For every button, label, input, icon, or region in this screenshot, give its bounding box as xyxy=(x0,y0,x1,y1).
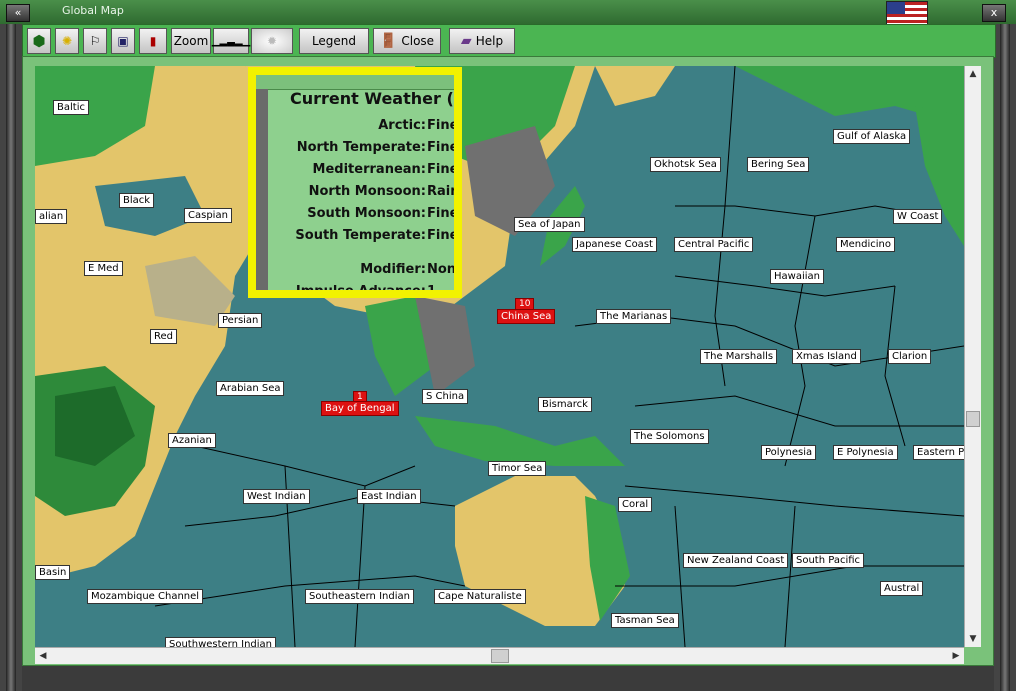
weather-row-south-temperate: South Temperate: Fine xyxy=(295,228,459,243)
weather-row-arctic: Arctic: Fine xyxy=(378,118,459,133)
sea-label-clarion[interactable]: Clarion xyxy=(888,349,932,364)
sea-label-jpcoast[interactable]: Japanese Coast xyxy=(572,237,657,252)
scroll-up-arrow-icon[interactable]: ▲ xyxy=(965,66,981,82)
window-close-button[interactable]: x xyxy=(982,4,1006,22)
zoom-button[interactable]: Zoom xyxy=(171,28,211,54)
sea-label-okhotsk[interactable]: Okhotsk Sea xyxy=(650,157,721,172)
sea-label-bengal[interactable]: Bay of Bengal xyxy=(321,401,399,416)
sun-icon: ✺ xyxy=(61,34,73,48)
sea-label-marshalls[interactable]: The Marshalls xyxy=(700,349,778,364)
sea-label-spacific[interactable]: South Pacific xyxy=(792,553,865,568)
sea-label-black[interactable]: Black xyxy=(119,193,155,208)
sea-label-marianas[interactable]: The Marianas xyxy=(596,309,672,324)
toolbar: ⬢ ✺ ⚐ ▣ ▮ Zoom ▁▂▃▂▁ ✹ Legend 🚪 Close ▰ He… xyxy=(22,24,996,58)
weather-row-north-temperate: North Temperate: Fine xyxy=(296,140,459,155)
weather-row-modifier: Modifier: None xyxy=(360,262,462,277)
right-border xyxy=(994,24,1016,691)
unit-tool-button[interactable]: ▣ xyxy=(111,28,135,54)
sea-label-mozambique[interactable]: Mozambique Channel xyxy=(87,589,204,604)
weather-panel-scrollbar[interactable] xyxy=(256,89,268,290)
weather-title: Current Weather ( xyxy=(290,89,454,108)
bottom-border xyxy=(22,666,994,691)
sea-label-xmas[interactable]: Xmas Island xyxy=(792,349,861,364)
current-weather-panel: Current Weather ( Arctic: Fine North Temp… xyxy=(248,67,462,298)
sea-label-chinasea[interactable]: China Sea xyxy=(497,309,556,324)
map-view[interactable]: Baltic Black alian Caspian E Med Red Per… xyxy=(35,66,964,647)
weather-row-impulse-advance: Impulse Advance: 1 xyxy=(295,284,437,298)
sea-label-baltic[interactable]: Baltic xyxy=(53,100,89,115)
unit-icon: ▣ xyxy=(117,34,129,48)
horizontal-scrollbar[interactable]: ◀ ▶ xyxy=(35,647,964,664)
sea-label-polynesia[interactable]: Polynesia xyxy=(761,445,817,460)
scroll-down-arrow-icon[interactable]: ▼ xyxy=(965,631,981,647)
sea-label-caspian[interactable]: Caspian xyxy=(184,208,232,223)
sea-label-azanian[interactable]: Azanian xyxy=(168,433,216,448)
sea-label-westindian[interactable]: West Indian xyxy=(243,489,310,504)
sea-label-bismarck[interactable]: Bismarck xyxy=(538,397,592,412)
weather-row-north-monsoon: North Monsoon: Rain xyxy=(308,184,460,199)
ship-tool-button[interactable]: ▁▂▃▂▁ xyxy=(211,28,251,54)
sea-label-persian[interactable]: Persian xyxy=(218,313,263,328)
sea-label-eastindian[interactable]: East Indian xyxy=(357,489,421,504)
left-border xyxy=(0,24,22,691)
sea-label-eastern[interactable]: Eastern P xyxy=(913,445,964,460)
sea-label-capenat[interactable]: Cape Naturaliste xyxy=(434,589,526,604)
legend-button[interactable]: Legend xyxy=(299,28,369,54)
sea-label-solomons[interactable]: The Solomons xyxy=(630,429,709,444)
sea-label-emed[interactable]: E Med xyxy=(84,261,123,276)
sea-label-nzcoast[interactable]: New Zealand Coast xyxy=(683,553,789,568)
scroll-left-arrow-icon[interactable]: ◀ xyxy=(35,648,51,664)
marker-icon: ▮ xyxy=(149,34,157,48)
sea-label-italian[interactable]: alian xyxy=(35,209,68,224)
us-flag-icon xyxy=(886,1,928,25)
rising-sun-button[interactable]: ✹ xyxy=(251,28,293,54)
rising-sun-icon: ✹ xyxy=(266,34,278,48)
sea-label-basin[interactable]: Basin xyxy=(35,565,71,580)
sea-label-epolynesia[interactable]: E Polynesia xyxy=(833,445,898,460)
weather-row-mediterranean: Mediterranean: Fine xyxy=(312,162,459,177)
sea-label-seajapan[interactable]: Sea of Japan xyxy=(514,217,585,232)
weather-panel-header-strip xyxy=(256,75,454,90)
hexagon-icon: ⬢ xyxy=(32,32,46,50)
sea-label-austral[interactable]: Austral xyxy=(880,581,924,596)
title-bar: « Global Map x xyxy=(0,0,1016,25)
marker-tool-button[interactable]: ▮ xyxy=(139,28,167,54)
ship-icon: ▁▂▃▂▁ xyxy=(211,35,251,47)
window-title: Global Map xyxy=(62,4,124,17)
scroll-right-arrow-icon[interactable]: ▶ xyxy=(948,648,964,664)
sea-label-alaska[interactable]: Gulf of Alaska xyxy=(833,129,911,144)
sea-label-seindian[interactable]: Southeastern Indian xyxy=(305,589,414,604)
flag-icon: ⚐ xyxy=(89,34,101,48)
weather-row-south-monsoon: South Monsoon: Fine xyxy=(307,206,459,221)
close-button[interactable]: 🚪 Close xyxy=(373,28,441,54)
weather-tool-button[interactable]: ✺ xyxy=(55,28,79,54)
minimize-button[interactable]: « xyxy=(6,4,30,22)
sea-label-swindian[interactable]: Southwestern Indian xyxy=(165,637,277,647)
book-icon: ▰ xyxy=(460,33,472,49)
sea-label-timor[interactable]: Timor Sea xyxy=(488,461,547,476)
sea-label-arabian[interactable]: Arabian Sea xyxy=(216,381,285,396)
sea-label-tasman[interactable]: Tasman Sea xyxy=(611,613,679,628)
sea-label-mendicino[interactable]: Mendicino xyxy=(836,237,895,252)
sea-label-schina[interactable]: S China xyxy=(422,389,469,404)
vertical-scroll-thumb[interactable] xyxy=(966,411,980,427)
vertical-scrollbar[interactable]: ▲ ▼ xyxy=(964,66,981,647)
sea-label-centralpac[interactable]: Central Pacific xyxy=(674,237,754,252)
flag-tool-button[interactable]: ⚐ xyxy=(83,28,107,54)
help-button[interactable]: ▰ Help xyxy=(449,28,515,54)
sea-label-coral[interactable]: Coral xyxy=(618,497,653,512)
sea-label-hawaiian[interactable]: Hawaiian xyxy=(770,269,824,284)
hex-tool-button[interactable]: ⬢ xyxy=(27,28,51,54)
horizontal-scroll-thumb[interactable] xyxy=(491,649,509,663)
sea-label-wcoast[interactable]: W Coast xyxy=(893,209,943,224)
sea-label-bering[interactable]: Bering Sea xyxy=(747,157,810,172)
sea-label-red[interactable]: Red xyxy=(150,329,177,344)
close-door-icon: 🚪 xyxy=(379,33,398,49)
